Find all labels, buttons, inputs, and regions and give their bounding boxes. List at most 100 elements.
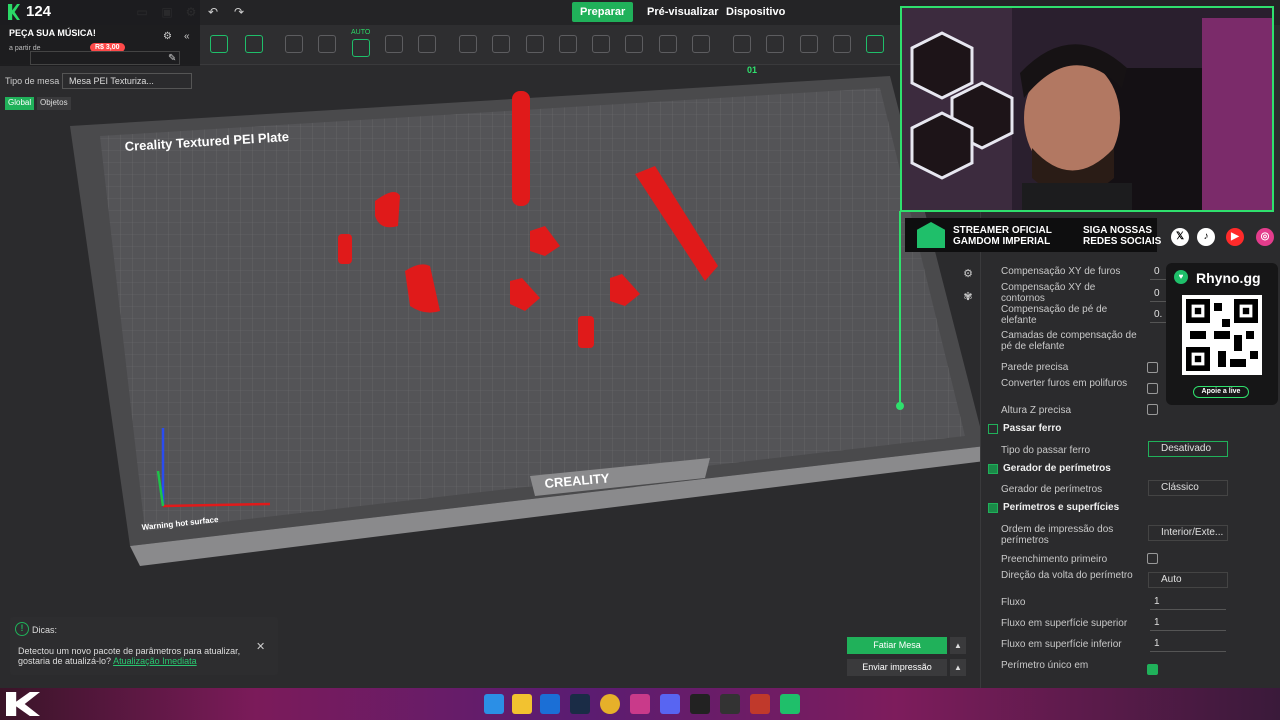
model-peg-2[interactable]	[578, 316, 594, 348]
single-perimeter-checkbox[interactable]	[1147, 664, 1158, 675]
grid-icon[interactable]	[245, 35, 263, 53]
model-peg-1[interactable]	[338, 234, 352, 264]
plate-number: 01	[747, 66, 757, 75]
auto-orient-icon[interactable]	[352, 39, 370, 57]
selection-dot	[896, 402, 904, 410]
gear-side-icon[interactable]: ⚙	[962, 268, 974, 280]
streamer-line-2: GAMDOM IMPERIAL	[953, 236, 1051, 247]
app-window: ▭ ▣ ⚙ ↶ ↷ Preparar Pré-visualizar Dispos…	[0, 0, 1280, 720]
perimeter-direction-select[interactable]: Auto	[1148, 572, 1228, 588]
perimeter-gen-label: Gerador de perímetros	[1001, 484, 1103, 495]
perimeter-order-select[interactable]: Interior/Exte...	[1148, 525, 1228, 541]
layout-icon[interactable]	[385, 35, 403, 53]
arrange-icon[interactable]	[318, 35, 336, 53]
bottom-flow-input[interactable]: 1	[1150, 637, 1226, 652]
tab-prepare[interactable]: Preparar	[572, 2, 634, 22]
move-icon[interactable]	[459, 35, 477, 53]
measure-icon[interactable]	[692, 35, 710, 53]
follow-line-2: REDES SOCIAIS	[1083, 236, 1162, 247]
ironing-section-title[interactable]: Passar ferro	[1003, 423, 1061, 434]
edge-icon[interactable]	[540, 694, 560, 714]
tab-device[interactable]: Dispositivo	[720, 2, 791, 22]
undo-icon[interactable]: ↶	[206, 5, 220, 19]
perimeter-gen-section-icon	[988, 464, 998, 474]
settings-gear-icon[interactable]: ⚙	[163, 31, 172, 42]
variable-layer-icon[interactable]	[659, 35, 677, 53]
app-icon[interactable]	[630, 694, 650, 714]
perimeter-order-label: Ordem de impressão dos perímetros	[1001, 524, 1114, 546]
send-dropdown-icon[interactable]: ▲	[950, 659, 966, 676]
tiktok-icon: ♪	[1197, 228, 1215, 246]
follow-line-1: SIGA NOSSAS	[1083, 225, 1153, 236]
obs-icon[interactable]	[720, 694, 740, 714]
request-song-text: PEÇA SUA MÚSICA!	[9, 28, 96, 38]
boolean-icon[interactable]	[800, 35, 818, 53]
kick-logo-icon	[8, 4, 20, 20]
model-bar-vertical[interactable]	[512, 91, 530, 206]
flower-side-icon[interactable]: ✾	[962, 291, 974, 303]
perimeters-section-title[interactable]: Perímetros e superfícies	[1003, 502, 1119, 513]
ironing-type-select[interactable]: Desativado	[1148, 441, 1228, 457]
app-icon-2[interactable]	[750, 694, 770, 714]
font-icon[interactable]	[866, 35, 884, 53]
seam-icon[interactable]	[625, 35, 643, 53]
perimeters-section-icon	[988, 503, 998, 513]
top-flow-input[interactable]: 1	[1150, 616, 1226, 631]
auto-label: AUTO	[351, 29, 371, 36]
support-button: Apoie a live	[1193, 386, 1249, 398]
site-name: Rhyno.gg	[1196, 270, 1261, 286]
perimeter-gen-section-title[interactable]: Gerador de perímetros	[1003, 463, 1111, 474]
bottom-flow-label: Fluxo em superfície inferior	[1001, 639, 1122, 650]
redo-icon[interactable]: ↷	[232, 5, 246, 19]
elephant-foot-layers-label: Camadas de compensação de pé de elefante	[1001, 330, 1137, 352]
heart-icon: ♥	[1174, 270, 1188, 284]
printer-selector[interactable]	[30, 51, 180, 65]
support-icon[interactable]	[592, 35, 610, 53]
assembly-icon[interactable]	[733, 35, 751, 53]
close-icon[interactable]: ✕	[256, 640, 265, 653]
split-icon[interactable]	[766, 35, 784, 53]
edit-icon[interactable]: ✎	[168, 53, 176, 64]
polyholes-checkbox[interactable]	[1147, 383, 1158, 394]
precise-z-checkbox[interactable]	[1147, 404, 1158, 415]
ironing-type-label: Tipo do passar ferro	[1001, 445, 1091, 456]
perimeter-direction-label: Direção da volta do perímetro	[1001, 570, 1133, 581]
precise-wall-label: Parede precisa	[1001, 362, 1069, 373]
text-tool-icon[interactable]	[833, 35, 851, 53]
orient-icon[interactable]	[285, 35, 303, 53]
precise-z-label: Altura Z precisa	[1001, 405, 1072, 416]
contour-xy-comp-label: Compensação XY de contornos	[1001, 282, 1096, 304]
infill-first-label: Preenchimento primeiro	[1001, 554, 1108, 565]
terminal-icon[interactable]	[690, 694, 710, 714]
single-perimeter-label: Perímetro único em	[1001, 660, 1089, 671]
youtube-icon: ▶	[1226, 228, 1244, 246]
chrome-icon[interactable]	[600, 694, 620, 714]
flow-input[interactable]: 1	[1150, 595, 1226, 610]
ironing-section-icon	[988, 424, 998, 434]
info-icon: !	[15, 622, 29, 636]
3d-viewport[interactable]: Creality Textured PEI Plate CREALITY War…	[0, 66, 980, 688]
precise-wall-checkbox[interactable]	[1147, 362, 1158, 373]
slice-dropdown-icon[interactable]: ▲	[950, 637, 966, 654]
send-print-button[interactable]: Enviar impressão	[847, 659, 947, 676]
paint-icon[interactable]	[418, 35, 436, 53]
infill-first-checkbox[interactable]	[1147, 553, 1158, 564]
file-explorer-icon[interactable]	[512, 694, 532, 714]
discord-icon[interactable]	[660, 694, 680, 714]
windows-start-icon[interactable]	[484, 694, 504, 714]
steam-icon[interactable]	[570, 694, 590, 714]
add-object-icon[interactable]	[210, 35, 228, 53]
creality-print-icon[interactable]	[780, 694, 800, 714]
tab-preview[interactable]: Pré-visualizar	[641, 2, 725, 22]
qr-code	[1182, 295, 1262, 375]
instagram-icon: ◎	[1256, 228, 1274, 246]
scale-icon[interactable]	[526, 35, 544, 53]
collapse-icon[interactable]: «	[184, 31, 190, 42]
update-link[interactable]: Atualização Imediata	[113, 656, 197, 666]
elephant-foot-label: Compensação de pé de elefante	[1001, 304, 1108, 326]
viewer-count: 124	[26, 3, 52, 20]
rotate-icon[interactable]	[492, 35, 510, 53]
cut-icon[interactable]	[559, 35, 577, 53]
perimeter-gen-select[interactable]: Clássico	[1148, 480, 1228, 496]
slice-button[interactable]: Fatiar Mesa	[847, 637, 947, 654]
